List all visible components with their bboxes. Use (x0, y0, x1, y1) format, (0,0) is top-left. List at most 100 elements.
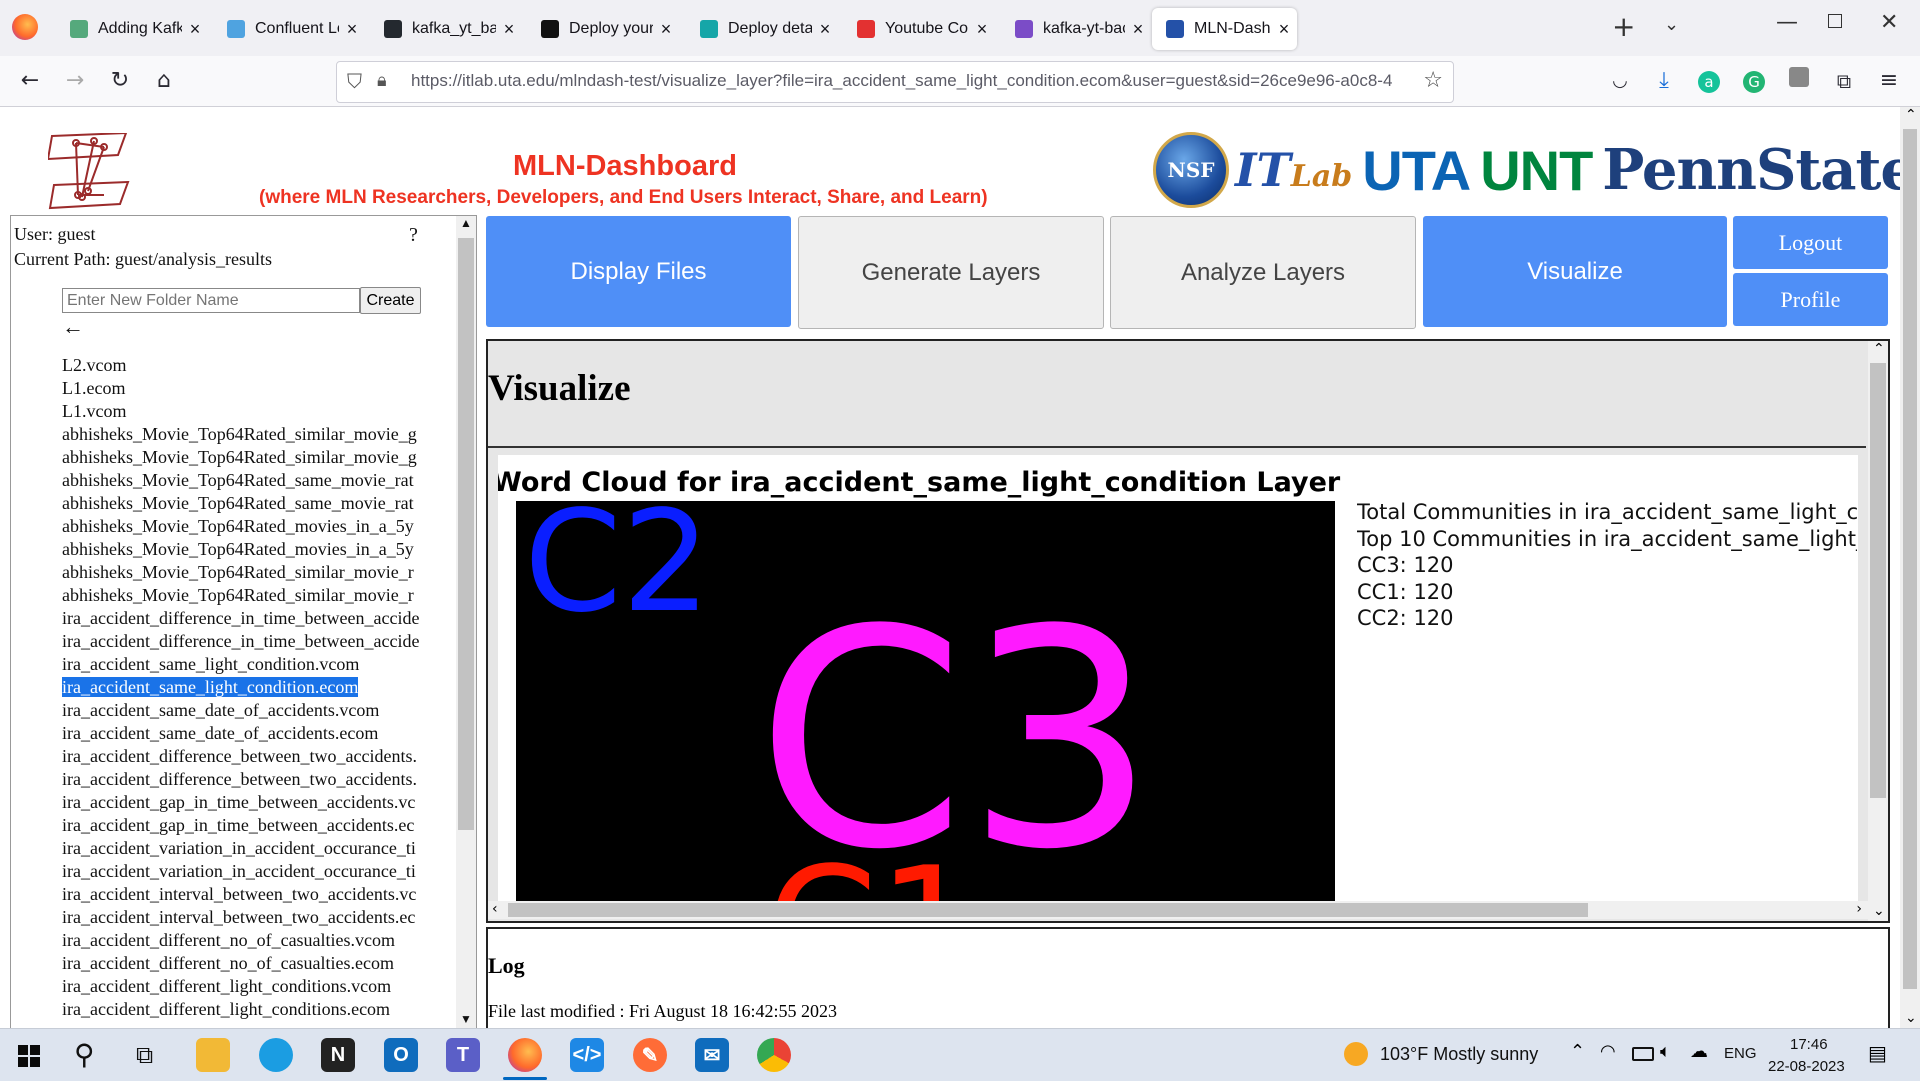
close-tab-icon[interactable]: × (969, 19, 995, 40)
pocket-icon[interactable]: ◡ (1605, 66, 1635, 96)
reload-icon[interactable]: ↻ (105, 66, 135, 96)
firefox-icon[interactable] (508, 1038, 542, 1072)
search-icon[interactable]: ⚲ (74, 1038, 95, 1071)
browser-tab[interactable]: Adding Kafka to A× (56, 8, 208, 50)
weather-text[interactable]: 103°F Mostly sunny (1380, 1044, 1538, 1065)
file-list-item[interactable]: ira_accident_variation_in_accident_occur… (62, 837, 467, 860)
close-tab-icon[interactable]: × (812, 19, 838, 40)
file-list-item[interactable]: ira_accident_difference_in_time_between_… (62, 630, 467, 653)
scroll-up-icon[interactable]: ⌃ (1873, 341, 1885, 357)
file-list-item[interactable]: ira_accident_same_light_condition.vcom (62, 653, 467, 676)
file-list-item[interactable]: ira_accident_different_no_of_casualties.… (62, 929, 467, 952)
close-tab-icon[interactable]: × (1125, 19, 1151, 40)
analyze-layers-button[interactable]: Analyze Layers (1110, 216, 1416, 329)
page-scrollbar[interactable]: ⌃ ⌄ (1900, 107, 1920, 1028)
teams-icon[interactable]: T (446, 1038, 480, 1072)
scroll-down-icon[interactable]: ▼ (460, 1012, 472, 1027)
bookmark-star-icon[interactable]: ☆ (1423, 68, 1443, 93)
display-files-button[interactable]: Display Files (486, 216, 791, 327)
file-list-item[interactable]: abhisheks_Movie_Top64Rated_same_movie_ra… (62, 492, 467, 515)
extension-icon[interactable] (1784, 66, 1814, 96)
edge-icon[interactable] (259, 1038, 293, 1072)
back-icon[interactable]: ← (15, 66, 45, 96)
scroll-down-icon[interactable]: ⌄ (1873, 903, 1885, 919)
browser-tab[interactable]: Deploy details | D× (686, 8, 838, 50)
file-list-item[interactable]: ira_accident_difference_in_time_between_… (62, 607, 467, 630)
url-text[interactable]: https://itlab.uta.edu/mlndash-test/visua… (411, 71, 1411, 91)
page-scroll-thumb[interactable] (1903, 129, 1917, 989)
help-icon[interactable]: ? (409, 224, 418, 247)
close-tab-icon[interactable]: × (1271, 19, 1297, 40)
new-tab-button[interactable]: + (1612, 10, 1635, 43)
horizontal-scrollbar[interactable]: ‹ › (488, 901, 1868, 919)
close-window-button[interactable]: ✕ (1880, 10, 1898, 35)
visualize-scroll-thumb[interactable] (1870, 363, 1886, 798)
onedrive-icon[interactable]: ☁ (1690, 1041, 1708, 1062)
scroll-up-icon[interactable]: ⌃ (1905, 107, 1917, 123)
generate-layers-button[interactable]: Generate Layers (798, 216, 1104, 329)
clock-date[interactable]: 22-08-2023 (1768, 1058, 1845, 1075)
file-list-item[interactable]: abhisheks_Movie_Top64Rated_similar_movie… (62, 423, 467, 446)
file-list-item[interactable]: abhisheks_Movie_Top64Rated_movies_in_a_5… (62, 538, 467, 561)
file-list-item[interactable]: ira_accident_different_no_of_casualties.… (62, 952, 467, 975)
file-list-item[interactable]: L1.ecom (62, 377, 467, 400)
new-folder-input[interactable] (62, 288, 360, 313)
browser-tab[interactable]: Youtube Commen× (843, 8, 995, 50)
windows-start-icon[interactable] (18, 1045, 40, 1067)
firefox-menu-icon[interactable] (12, 14, 38, 40)
outlook-icon[interactable]: O (384, 1038, 418, 1072)
downloads-icon[interactable]: ⤓ (1649, 66, 1679, 96)
scroll-left-icon[interactable]: ‹ (492, 901, 498, 917)
create-folder-button[interactable]: Create (360, 287, 421, 314)
lock-icon[interactable]: 🔒︎ (377, 70, 387, 91)
browser-tab[interactable]: Deploy your flask× (527, 8, 679, 50)
horizontal-scroll-thumb[interactable] (508, 903, 1588, 917)
file-list-item[interactable]: abhisheks_Movie_Top64Rated_similar_movie… (62, 584, 467, 607)
home-icon[interactable]: ⌂ (149, 66, 179, 96)
file-list-item[interactable]: ira_accident_same_date_of_accidents.ecom (62, 722, 467, 745)
profile-button[interactable]: Profile (1733, 273, 1888, 326)
hamburger-menu-icon[interactable]: ≡ (1874, 66, 1904, 96)
notifications-icon[interactable]: ▤ (1868, 1041, 1887, 1065)
browser-tab[interactable]: kafka_yt_backend/× (370, 8, 522, 50)
file-list-item[interactable]: ira_accident_gap_in_time_between_acciden… (62, 791, 467, 814)
back-arrow-icon[interactable]: ← (62, 314, 84, 340)
scroll-up-icon[interactable]: ▲ (460, 216, 472, 231)
sidebar-scroll-thumb[interactable] (458, 238, 474, 830)
minimize-button[interactable]: — (1776, 10, 1798, 35)
clock-time[interactable]: 17:46 (1790, 1036, 1828, 1053)
visualize-button[interactable]: Visualize (1423, 216, 1727, 327)
grammarly-extension-icon[interactable]: a (1694, 66, 1724, 96)
file-list-item[interactable]: ira_accident_different_light_conditions.… (62, 975, 467, 998)
extensions-puzzle-icon[interactable]: ⧉ (1829, 66, 1859, 96)
file-list-item[interactable]: ira_accident_difference_between_two_acci… (62, 745, 467, 768)
close-tab-icon[interactable]: × (496, 19, 522, 40)
sidebar-scrollbar[interactable]: ▲ ▼ (456, 216, 476, 1028)
file-list-item[interactable]: abhisheks_Movie_Top64Rated_similar_movie… (62, 561, 467, 584)
weather-icon[interactable] (1344, 1042, 1368, 1066)
file-explorer-icon[interactable] (196, 1038, 230, 1072)
vscode-icon[interactable]: </> (570, 1038, 604, 1072)
green-extension-icon[interactable]: G (1739, 66, 1769, 96)
file-list-item[interactable]: abhisheks_Movie_Top64Rated_same_movie_ra… (62, 469, 467, 492)
mail-icon[interactable]: ✉ (695, 1038, 729, 1072)
close-tab-icon[interactable]: × (182, 19, 208, 40)
scroll-down-icon[interactable]: ⌄ (1905, 1010, 1917, 1026)
close-tab-icon[interactable]: × (339, 19, 365, 40)
language-indicator[interactable]: ENG (1724, 1045, 1757, 1062)
file-list-item[interactable]: ira_accident_same_date_of_accidents.vcom (62, 699, 467, 722)
file-list-item[interactable]: ira_accident_different_light_conditions.… (62, 998, 467, 1021)
logout-button[interactable]: Logout (1733, 216, 1888, 269)
file-list-item[interactable]: ira_accident_gap_in_time_between_acciden… (62, 814, 467, 837)
visualize-scrollbar[interactable]: ⌃ ⌄ (1868, 341, 1888, 921)
browser-tab[interactable]: MLN-Dashboard× (1152, 8, 1297, 50)
forward-icon[interactable]: → (60, 66, 90, 96)
file-list-item[interactable]: ira_accident_difference_between_two_acci… (62, 768, 467, 791)
file-list-item[interactable]: ira_accident_interval_between_two_accide… (62, 883, 467, 906)
scroll-right-icon[interactable]: › (1856, 901, 1862, 917)
battery-icon[interactable] (1632, 1047, 1654, 1061)
file-list-item[interactable]: ira_accident_variation_in_accident_occur… (62, 860, 467, 883)
shield-icon[interactable]: ⛉ (347, 69, 362, 93)
file-list-item[interactable]: ira_accident_interval_between_two_accide… (62, 906, 467, 929)
file-list-item[interactable]: ira_accident_same_light_condition.ecom (62, 676, 467, 699)
